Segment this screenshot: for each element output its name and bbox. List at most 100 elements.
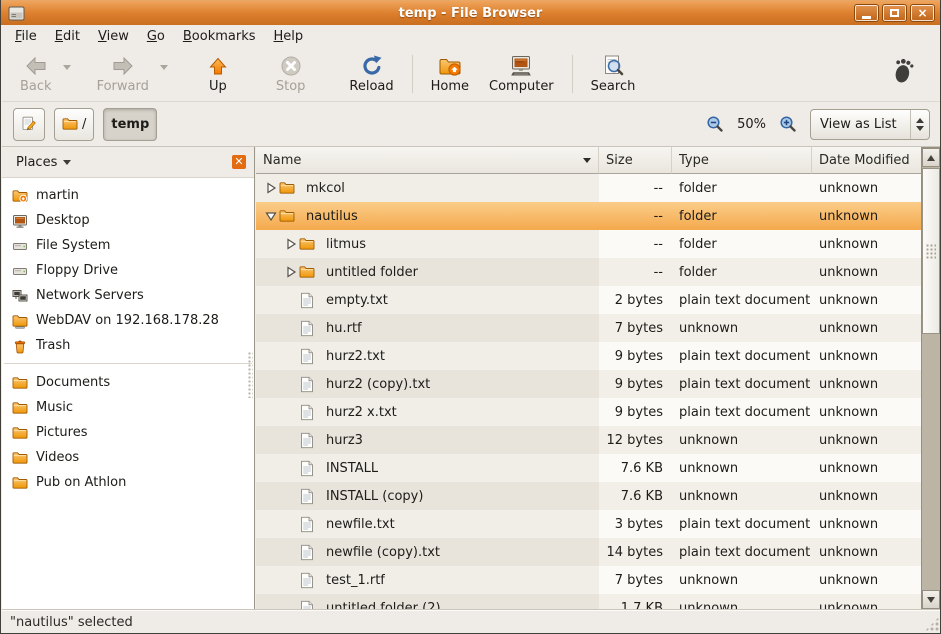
maximize-button[interactable] [882, 4, 907, 22]
desktop-icon [12, 213, 28, 229]
sidebar-item-videos[interactable]: Videos [2, 445, 254, 470]
sidebar-item-webdav[interactable]: WebDAV on 192.168.178.28 [2, 308, 254, 333]
sort-descending-icon [583, 158, 591, 163]
close-button[interactable]: × [910, 4, 935, 22]
expander-icon[interactable] [282, 265, 299, 279]
expander-icon[interactable] [262, 181, 279, 195]
forward-button[interactable]: Forward [89, 51, 157, 96]
table-row-hurz3[interactable]: hurz3 12 bytes unknown unknown [256, 426, 921, 454]
back-icon [24, 54, 48, 78]
text-file-icon [299, 600, 319, 611]
toolbar-separator [572, 55, 573, 93]
table-row-hurz2-copy-txt[interactable]: hurz2 (copy).txt 9 bytes plain text docu… [256, 370, 921, 398]
text-file-icon [299, 404, 319, 421]
table-row-litmus[interactable]: litmus -- folder unknown [256, 230, 921, 258]
table-row-nautilus-selected[interactable]: nautilus -- folder unknown [256, 202, 921, 230]
statusbar: "nautilus" selected [2, 610, 941, 633]
scrollbar-thumb[interactable] [922, 168, 940, 334]
folder-icon [299, 236, 319, 252]
sidebar-resize-handle[interactable] [248, 352, 253, 398]
column-header-type[interactable]: Type [672, 147, 812, 174]
table-row-test-1-rtf[interactable]: test_1.rtf 7 bytes unknown unknown [256, 566, 921, 594]
expander-icon[interactable] [282, 237, 299, 251]
sidebar-item-documents[interactable]: Documents [2, 370, 254, 395]
status-text: "nautilus" selected [10, 615, 133, 630]
menubar: File Edit View Go Bookmarks Help [2, 25, 941, 48]
folder-icon [12, 400, 28, 416]
path-button-temp[interactable]: temp [103, 108, 157, 141]
search-button[interactable]: Search [583, 51, 644, 96]
menu-bookmarks[interactable]: Bookmarks [174, 26, 265, 47]
table-row-hurz2-txt[interactable]: hurz2.txt 9 bytes plain text document un… [256, 342, 921, 370]
menu-help[interactable]: Help [265, 26, 313, 47]
table-row-install-copy[interactable]: INSTALL (copy) 7.6 KB unknown unknown [256, 482, 921, 510]
sidebar-item-martin[interactable]: martin [2, 183, 254, 208]
scroll-up-icon [927, 155, 935, 161]
text-file-icon [299, 572, 319, 589]
sidebar-close-button[interactable]: ✕ [232, 155, 246, 169]
menu-view[interactable]: View [89, 26, 138, 47]
menu-file[interactable]: File [6, 26, 46, 47]
column-header-name[interactable]: Name [256, 147, 599, 174]
table-row-hurz2-x-txt[interactable]: hurz2 x.txt 9 bytes plain text document … [256, 398, 921, 426]
computer-button[interactable]: Computer [481, 51, 562, 96]
stop-button[interactable]: Stop [268, 51, 314, 96]
sidebar-item-pictures[interactable]: Pictures [2, 420, 254, 445]
sidebar-item-pub-on-athlon[interactable]: Pub on Athlon [2, 470, 254, 495]
titlebar[interactable]: temp - File Browser × [1, 0, 940, 25]
text-file-icon [299, 460, 319, 477]
window-resize-grip[interactable] [925, 617, 939, 631]
vertical-scrollbar[interactable] [921, 147, 941, 610]
gnome-logo-throbber [889, 56, 919, 86]
chevron-down-icon [63, 65, 71, 70]
table-row-hu-rtf[interactable]: hu.rtf 7 bytes unknown unknown [256, 314, 921, 342]
reload-button[interactable]: Reload [341, 51, 401, 96]
table-row-newfile-copy-txt[interactable]: newfile (copy).txt 14 bytes plain text d… [256, 538, 921, 566]
window-title: temp - File Browser [1, 6, 940, 21]
toolbar: Back Forward Up Stop Reload Home [2, 48, 941, 102]
up-arrow-icon [206, 54, 230, 78]
chevron-down-icon [160, 65, 168, 70]
forward-icon [111, 54, 135, 78]
minimize-button[interactable] [854, 4, 879, 22]
menu-go[interactable]: Go [138, 26, 174, 47]
sidebar-item-desktop[interactable]: Desktop [2, 208, 254, 233]
maximize-icon [890, 9, 899, 17]
column-header-date-modified[interactable]: Date Modified [812, 147, 921, 174]
column-header-size[interactable]: Size [599, 147, 672, 174]
table-row-mkcol[interactable]: mkcol -- folder unknown [256, 174, 921, 202]
folder-icon [279, 180, 299, 196]
home-button[interactable]: Home [423, 51, 477, 96]
table-row-newfile-txt[interactable]: newfile.txt 3 bytes plain text document … [256, 510, 921, 538]
forward-history-dropdown[interactable] [157, 51, 172, 85]
scroll-up-button[interactable] [922, 148, 940, 167]
location-bar: / temp 50% View as List [2, 102, 941, 147]
sidebar-mode-selector[interactable]: Places [10, 152, 77, 173]
path-button-root[interactable]: / [54, 108, 94, 141]
table-row-untitled-folder[interactable]: untitled folder -- folder unknown [256, 258, 921, 286]
sidebar-item-trash[interactable]: Trash [2, 333, 254, 358]
back-button[interactable]: Back [12, 51, 60, 96]
up-button[interactable]: Up [198, 51, 238, 96]
expander-open-icon[interactable] [262, 209, 279, 223]
table-row-install[interactable]: INSTALL 7.6 KB unknown unknown [256, 454, 921, 482]
table-row-empty-txt[interactable]: empty.txt 2 bytes plain text document un… [256, 286, 921, 314]
edit-location-icon [21, 114, 37, 134]
scroll-down-button[interactable] [922, 590, 940, 609]
zoom-in-icon[interactable] [779, 115, 797, 133]
zoom-out-icon[interactable] [706, 115, 724, 133]
sidebar-item-floppy[interactable]: Floppy Drive [2, 258, 254, 283]
network-icon [12, 288, 28, 304]
sidebar-item-filesystem[interactable]: File System [2, 233, 254, 258]
sidebar-item-network[interactable]: Network Servers [2, 283, 254, 308]
menu-edit[interactable]: Edit [46, 26, 89, 47]
thumb-grip-icon [926, 244, 936, 259]
sidebar-separator [4, 363, 252, 364]
back-history-dropdown[interactable] [60, 51, 75, 85]
table-row-untitled-folder-2[interactable]: untitled folder (2) 1.7 KB unknown unkno… [256, 594, 921, 610]
edit-location-button[interactable] [13, 108, 45, 141]
text-file-icon [299, 488, 319, 505]
sidebar-item-music[interactable]: Music [2, 395, 254, 420]
folder-icon [279, 208, 299, 224]
view-mode-selector[interactable]: View as List [810, 109, 930, 140]
